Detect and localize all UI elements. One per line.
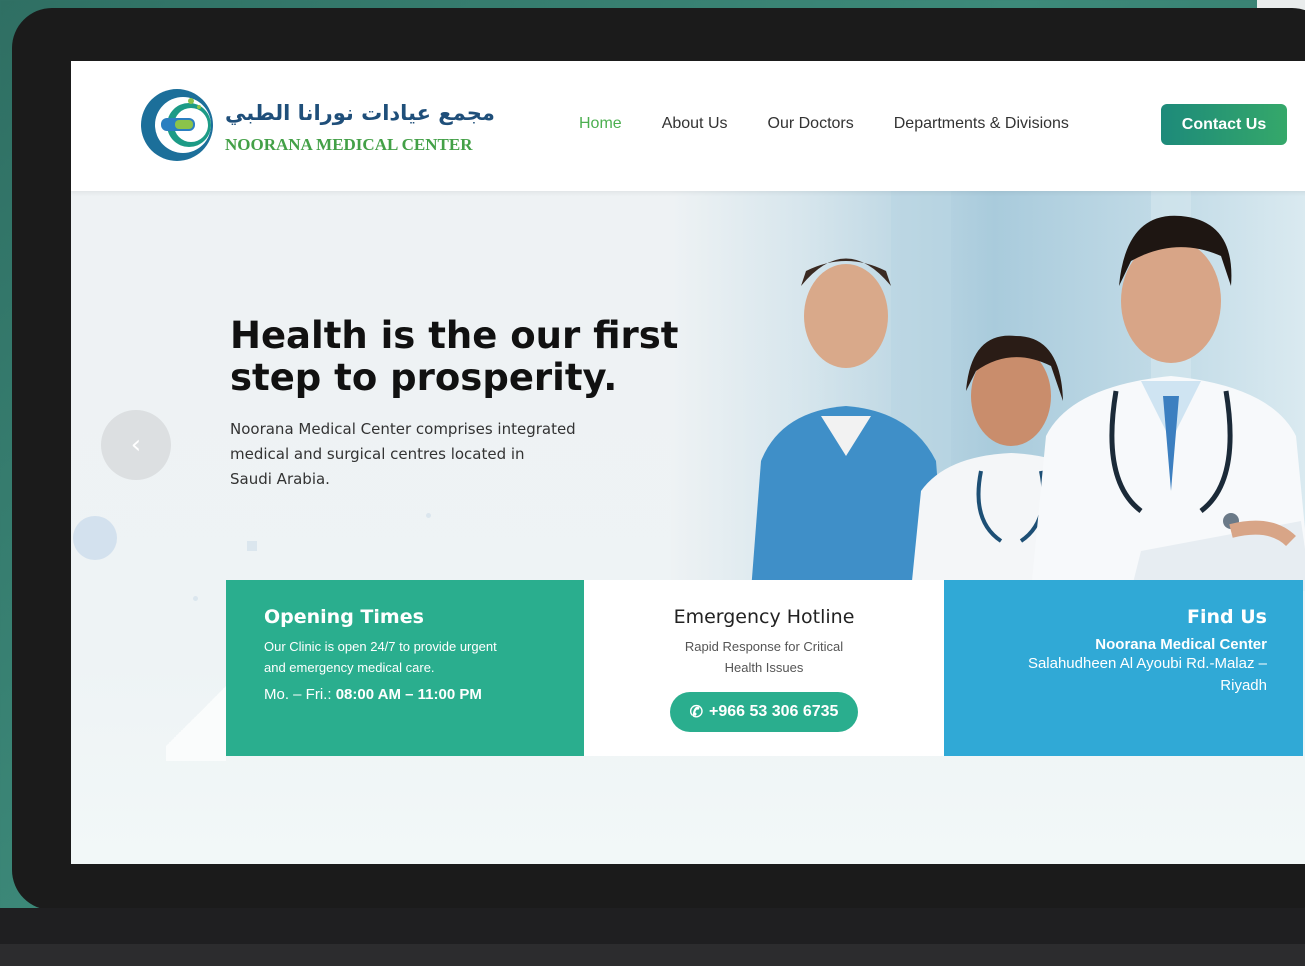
opening-times-line-1: Our Clinic is open 24/7 to provide urgen… [264, 639, 497, 654]
desk-stripe [0, 944, 1305, 966]
hero-text-line-3: Saudi Arabia. [230, 470, 330, 488]
nav-item-departments[interactable]: Departments & Divisions [894, 115, 1069, 133]
decor-dot [426, 513, 431, 518]
find-us-address-line-2: Riyadh [1220, 677, 1267, 694]
opening-hours: Mo. – Fri.: 08:00 AM – 11:00 PM [264, 686, 546, 703]
nav-item-about-us[interactable]: About Us [662, 115, 728, 133]
find-us-name: Noorana Medical Center [1095, 636, 1267, 653]
site-logo[interactable]: مجمع عيادات نورانا الطبي NOORANA MEDICAL… [139, 87, 499, 165]
logo-english-name: NOORANA MEDICAL CENTER [225, 135, 473, 154]
logo-arabic-name: مجمع عيادات نورانا الطبي [225, 101, 495, 125]
hero-text-line-1: Noorana Medical Center comprises integra… [230, 420, 576, 438]
hero-title-line-2: step to prosperity. [230, 356, 618, 399]
opening-days: Mo. – Fri.: [264, 686, 332, 703]
find-us-card: Find Us Noorana Medical Center Salahudhe… [944, 580, 1303, 756]
find-us-title: Find Us [1187, 606, 1267, 628]
browser-screen: مجمع عيادات نورانا الطبي NOORANA MEDICAL… [71, 61, 1305, 864]
info-cards: Opening Times Our Clinic is open 24/7 to… [226, 580, 1303, 756]
doctors-illustration-icon [751, 191, 1305, 591]
site-header: مجمع عيادات نورانا الطبي NOORANA MEDICAL… [71, 61, 1305, 191]
main-nav: Home About Us Our Doctors Departments & … [579, 115, 1109, 133]
emergency-phone-number: +966 53 306 6735 [708, 703, 839, 720]
contact-us-button[interactable]: Contact Us [1161, 104, 1287, 145]
decor-square [247, 541, 257, 551]
phone-icon: ✆ [689, 704, 703, 721]
hero-description: Noorana Medical Center comprises integra… [230, 417, 610, 492]
nav-item-home[interactable]: Home [579, 115, 622, 133]
decor-wedge [166, 671, 226, 761]
opening-times-line-2: and emergency medical care. [264, 660, 435, 675]
decor-bubble [73, 516, 117, 560]
emergency-line-1: Rapid Response for Critical [684, 639, 844, 654]
emergency-phone-button[interactable]: ✆ +966 53 306 6735 [669, 692, 859, 732]
laptop-frame: مجمع عيادات نورانا الطبي NOORANA MEDICAL… [12, 8, 1305, 910]
hero-title-line-1: Health is the our first [230, 314, 679, 357]
opening-hours-value: 08:00 AM – 11:00 PM [335, 686, 482, 703]
logo-mark-icon [141, 89, 213, 161]
opening-times-title: Opening Times [264, 606, 424, 628]
emergency-hotline-card: Emergency Hotline Rapid Response for Cri… [584, 580, 944, 756]
emergency-line-2: Health Issues [724, 660, 804, 675]
doctors-photo [671, 191, 1305, 591]
hero-text-line-2: medical and surgical centres located in [230, 445, 525, 463]
chevron-left-icon: ‹ [130, 430, 142, 460]
emergency-title: Emergency Hotline [673, 606, 855, 628]
nav-item-our-doctors[interactable]: Our Doctors [768, 115, 854, 133]
desk-bar [0, 908, 1305, 966]
hero-title: Health is the our first step to prosperi… [230, 315, 750, 399]
decor-dot [193, 596, 198, 601]
find-us-address-line-1: Salahudheen Al Ayoubi Rd.-Malaz – [1027, 655, 1267, 672]
opening-times-card: Opening Times Our Clinic is open 24/7 to… [226, 580, 584, 756]
slider-prev-button[interactable]: ‹ [101, 410, 171, 480]
hero-slider: Health is the our first step to prosperi… [71, 191, 1305, 864]
